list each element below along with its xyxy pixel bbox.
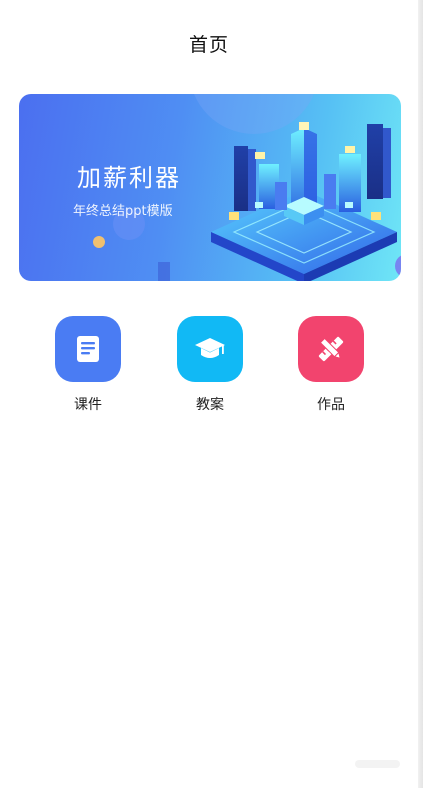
promo-banner[interactable]: 加薪利器 年终总结ppt模版	[19, 94, 401, 281]
home-screen: 首页 加薪利器 年终总结ppt模版 课件 教案 作品	[0, 0, 423, 788]
faded-element	[355, 760, 400, 768]
nav-label-courseware: 课件	[74, 397, 102, 413]
graduation-cap-icon	[195, 338, 225, 358]
nav-label-works: 作品	[317, 397, 345, 413]
pencil-ruler-icon	[318, 336, 344, 362]
lesson-plan-icon-tile[interactable]	[177, 316, 243, 382]
nav-item-courseware[interactable]: 课件	[43, 316, 133, 414]
banner-title: 加薪利器	[77, 164, 181, 192]
scrollbar-track[interactable]	[418, 0, 423, 788]
banner-subtitle: 年终总结ppt模版	[73, 204, 173, 219]
nav-item-works[interactable]: 作品	[286, 316, 376, 414]
page-title: 首页	[188, 34, 229, 56]
works-icon-tile[interactable]	[298, 316, 364, 382]
nav-label-lesson-plan: 教案	[196, 397, 224, 413]
courseware-icon-tile[interactable]	[55, 316, 121, 382]
nav-item-lesson-plan[interactable]: 教案	[165, 316, 255, 414]
document-icon	[77, 336, 99, 362]
